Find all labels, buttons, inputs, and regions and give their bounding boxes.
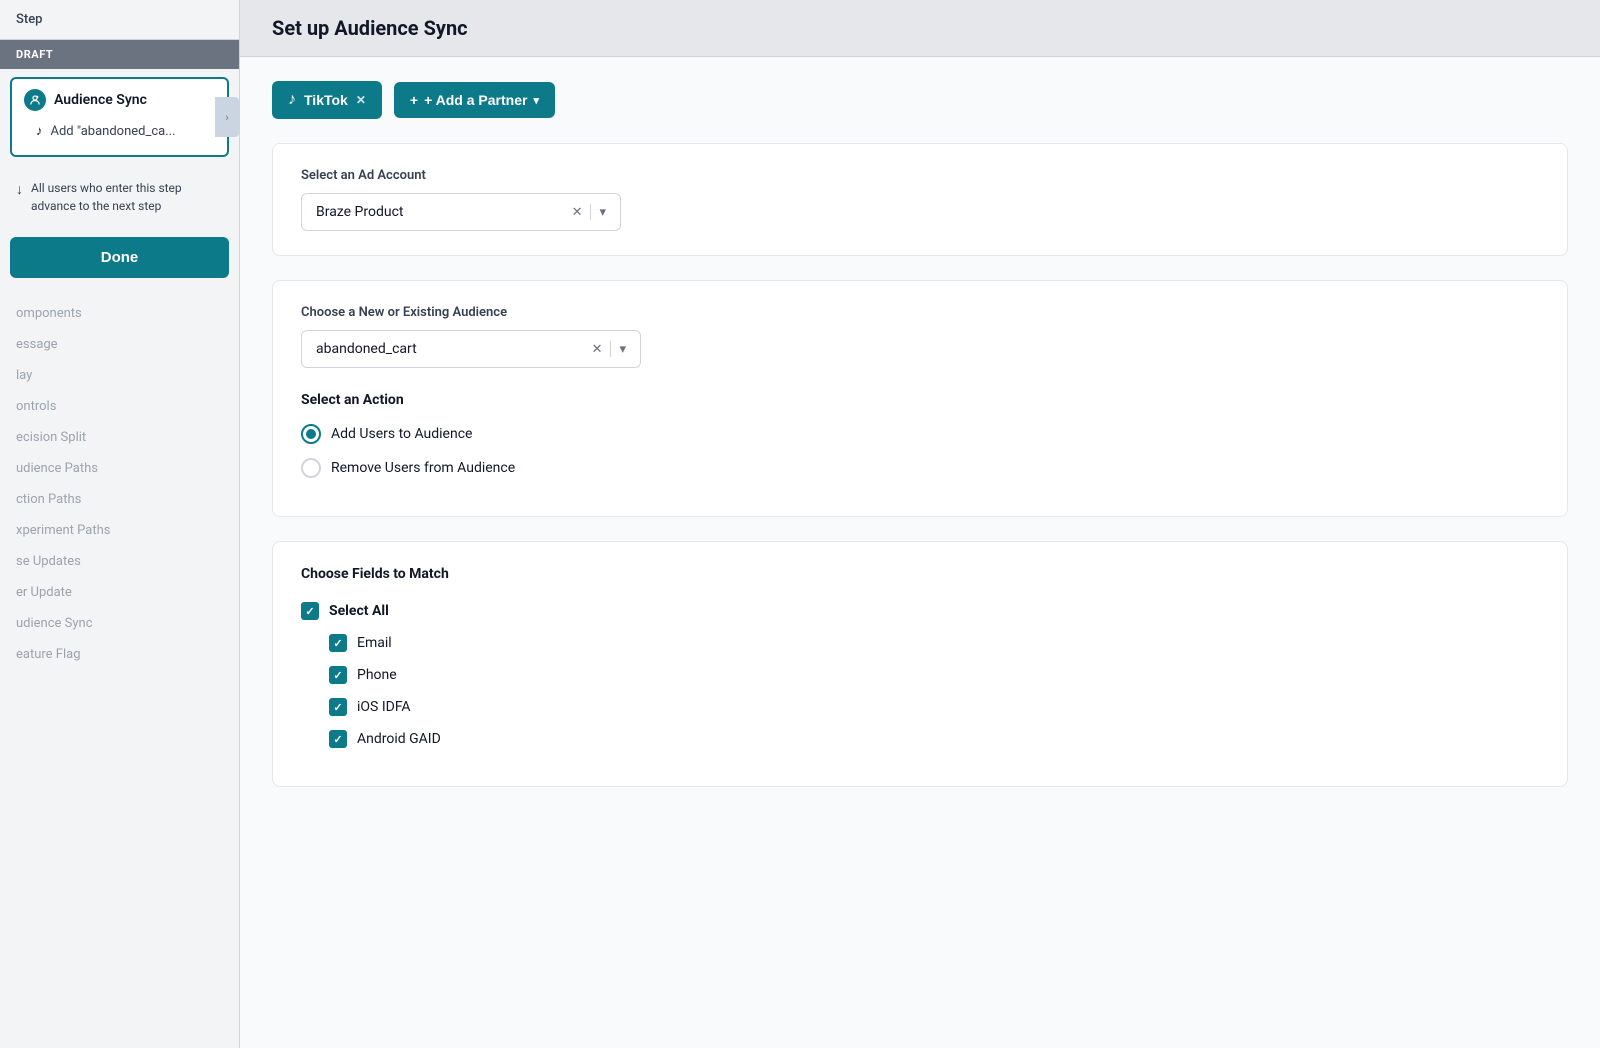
step-header: Step	[0, 0, 239, 40]
remove-users-label: Remove Users from Audience	[331, 460, 515, 476]
sidebar: Step DRAFT Audience Sync ♪ Add "abandone…	[0, 0, 240, 1048]
sidebar-item-audience-sync[interactable]: udience Sync	[0, 608, 239, 639]
android-label: Android GAID	[357, 731, 441, 747]
remove-users-option[interactable]: Remove Users from Audience	[301, 458, 1539, 478]
ad-account-label: Select an Ad Account	[301, 168, 1539, 183]
audience-select[interactable]: abandoned_cart ✕ ▾	[301, 330, 641, 368]
page-title: Set up Audience Sync	[272, 16, 1568, 40]
sidebar-item-delay[interactable]: lay	[0, 360, 239, 391]
draft-badge: DRAFT	[0, 40, 239, 69]
checkmark-icon: ✓	[333, 637, 342, 650]
ad-account-value: Braze Product	[316, 204, 404, 220]
sidebar-item-audience-paths[interactable]: udience Paths	[0, 453, 239, 484]
sidebar-item-components[interactable]: omponents	[0, 298, 239, 329]
sidebar-info: ↓ All users who enter this step advance …	[0, 169, 239, 225]
fields-title: Choose Fields to Match	[301, 566, 1539, 582]
add-users-option[interactable]: Add Users to Audience	[301, 424, 1539, 444]
add-partner-button[interactable]: + + Add a Partner ▾	[394, 82, 555, 118]
main-content: Set up Audience Sync ♪ TikTok ✕ + + Add …	[240, 0, 1600, 1048]
checkmark-icon: ✓	[333, 733, 342, 746]
fields-section: Choose Fields to Match ✓ Select All ✓ Em…	[272, 541, 1568, 787]
select-all-label: Select All	[329, 603, 389, 619]
main-body: ♪ TikTok ✕ + + Add a Partner ▾ Select an…	[240, 57, 1600, 811]
select-all-checkbox-row[interactable]: ✓ Select All	[301, 602, 1539, 620]
done-button[interactable]: Done	[10, 237, 229, 278]
expand-chevron[interactable]: ›	[215, 97, 239, 137]
tiktok-button[interactable]: ♪ TikTok ✕	[272, 81, 382, 119]
add-users-radio[interactable]	[301, 424, 321, 444]
ad-account-chevron-icon[interactable]: ▾	[599, 205, 606, 220]
ad-account-section: Select an Ad Account Braze Product ✕ ▾	[272, 143, 1568, 256]
email-checkbox-row[interactable]: ✓ Email	[329, 634, 1539, 652]
checkmark-icon: ✓	[305, 605, 314, 618]
tiktok-logo-icon: ♪	[288, 91, 296, 109]
sidebar-info-text: All users who enter this step advance to…	[31, 179, 223, 215]
select-all-checkbox[interactable]: ✓	[301, 602, 319, 620]
audience-sync-icon	[24, 89, 46, 111]
audience-sync-step-card[interactable]: Audience Sync ♪ Add "abandoned_ca... ›	[10, 77, 229, 157]
tiktok-button-label: TikTok	[304, 92, 348, 108]
draft-text: DRAFT	[16, 48, 53, 61]
phone-checkbox-row[interactable]: ✓ Phone	[329, 666, 1539, 684]
email-checkbox[interactable]: ✓	[329, 634, 347, 652]
sidebar-item-action-paths[interactable]: ction Paths	[0, 484, 239, 515]
radio-selected-indicator	[306, 429, 316, 439]
step-label: Step	[16, 12, 42, 27]
sidebar-item-feature-flag[interactable]: eature Flag	[0, 639, 239, 670]
ios-checkbox[interactable]: ✓	[329, 698, 347, 716]
add-abandoned-label: Add "abandoned_ca...	[51, 124, 176, 139]
add-partner-label: + Add a Partner	[424, 92, 527, 108]
down-arrow-icon: ↓	[16, 181, 23, 198]
ios-checkbox-row[interactable]: ✓ iOS IDFA	[329, 698, 1539, 716]
audience-chevron-icon[interactable]: ▾	[619, 342, 626, 357]
sidebar-item-er-update[interactable]: er Update	[0, 577, 239, 608]
ios-label: iOS IDFA	[357, 699, 411, 715]
audience-label: Choose a New or Existing Audience	[301, 305, 1539, 320]
audience-clear-icon[interactable]: ✕	[592, 342, 603, 357]
audience-action-section: Choose a New or Existing Audience abando…	[272, 280, 1568, 517]
sidebar-item-use-updates[interactable]: se Updates	[0, 546, 239, 577]
remove-users-radio[interactable]	[301, 458, 321, 478]
ad-account-select[interactable]: Braze Product ✕ ▾	[301, 193, 621, 231]
phone-label: Phone	[357, 667, 397, 683]
android-checkbox[interactable]: ✓	[329, 730, 347, 748]
plus-icon: +	[410, 92, 418, 108]
email-label: Email	[357, 635, 392, 651]
action-title: Select an Action	[301, 392, 1539, 408]
android-checkbox-row[interactable]: ✓ Android GAID	[329, 730, 1539, 748]
ad-account-clear-icon[interactable]: ✕	[572, 205, 583, 220]
sidebar-nav: omponents essage lay ontrols ecision Spl…	[0, 290, 239, 1048]
main-header: Set up Audience Sync	[240, 0, 1600, 57]
sidebar-item-decision-split[interactable]: ecision Split	[0, 422, 239, 453]
checkmark-icon: ✓	[333, 669, 342, 682]
tiktok-remove-icon[interactable]: ✕	[356, 93, 366, 107]
add-abandoned-subitem[interactable]: ♪ Add "abandoned_ca...	[24, 117, 215, 145]
sidebar-item-experiment-paths[interactable]: xperiment Paths	[0, 515, 239, 546]
audience-value: abandoned_cart	[316, 341, 417, 357]
sidebar-item-controls[interactable]: ontrols	[0, 391, 239, 422]
divider2	[610, 341, 611, 357]
tiktok-icon-small: ♪	[36, 123, 43, 139]
divider	[590, 204, 591, 220]
sidebar-item-message[interactable]: essage	[0, 329, 239, 360]
checkmark-icon: ✓	[333, 701, 342, 714]
phone-checkbox[interactable]: ✓	[329, 666, 347, 684]
audience-sync-label: Audience Sync	[54, 92, 147, 108]
add-users-label: Add Users to Audience	[331, 426, 472, 442]
partner-row: ♪ TikTok ✕ + + Add a Partner ▾	[272, 81, 1568, 119]
chevron-down-icon: ▾	[533, 94, 539, 107]
